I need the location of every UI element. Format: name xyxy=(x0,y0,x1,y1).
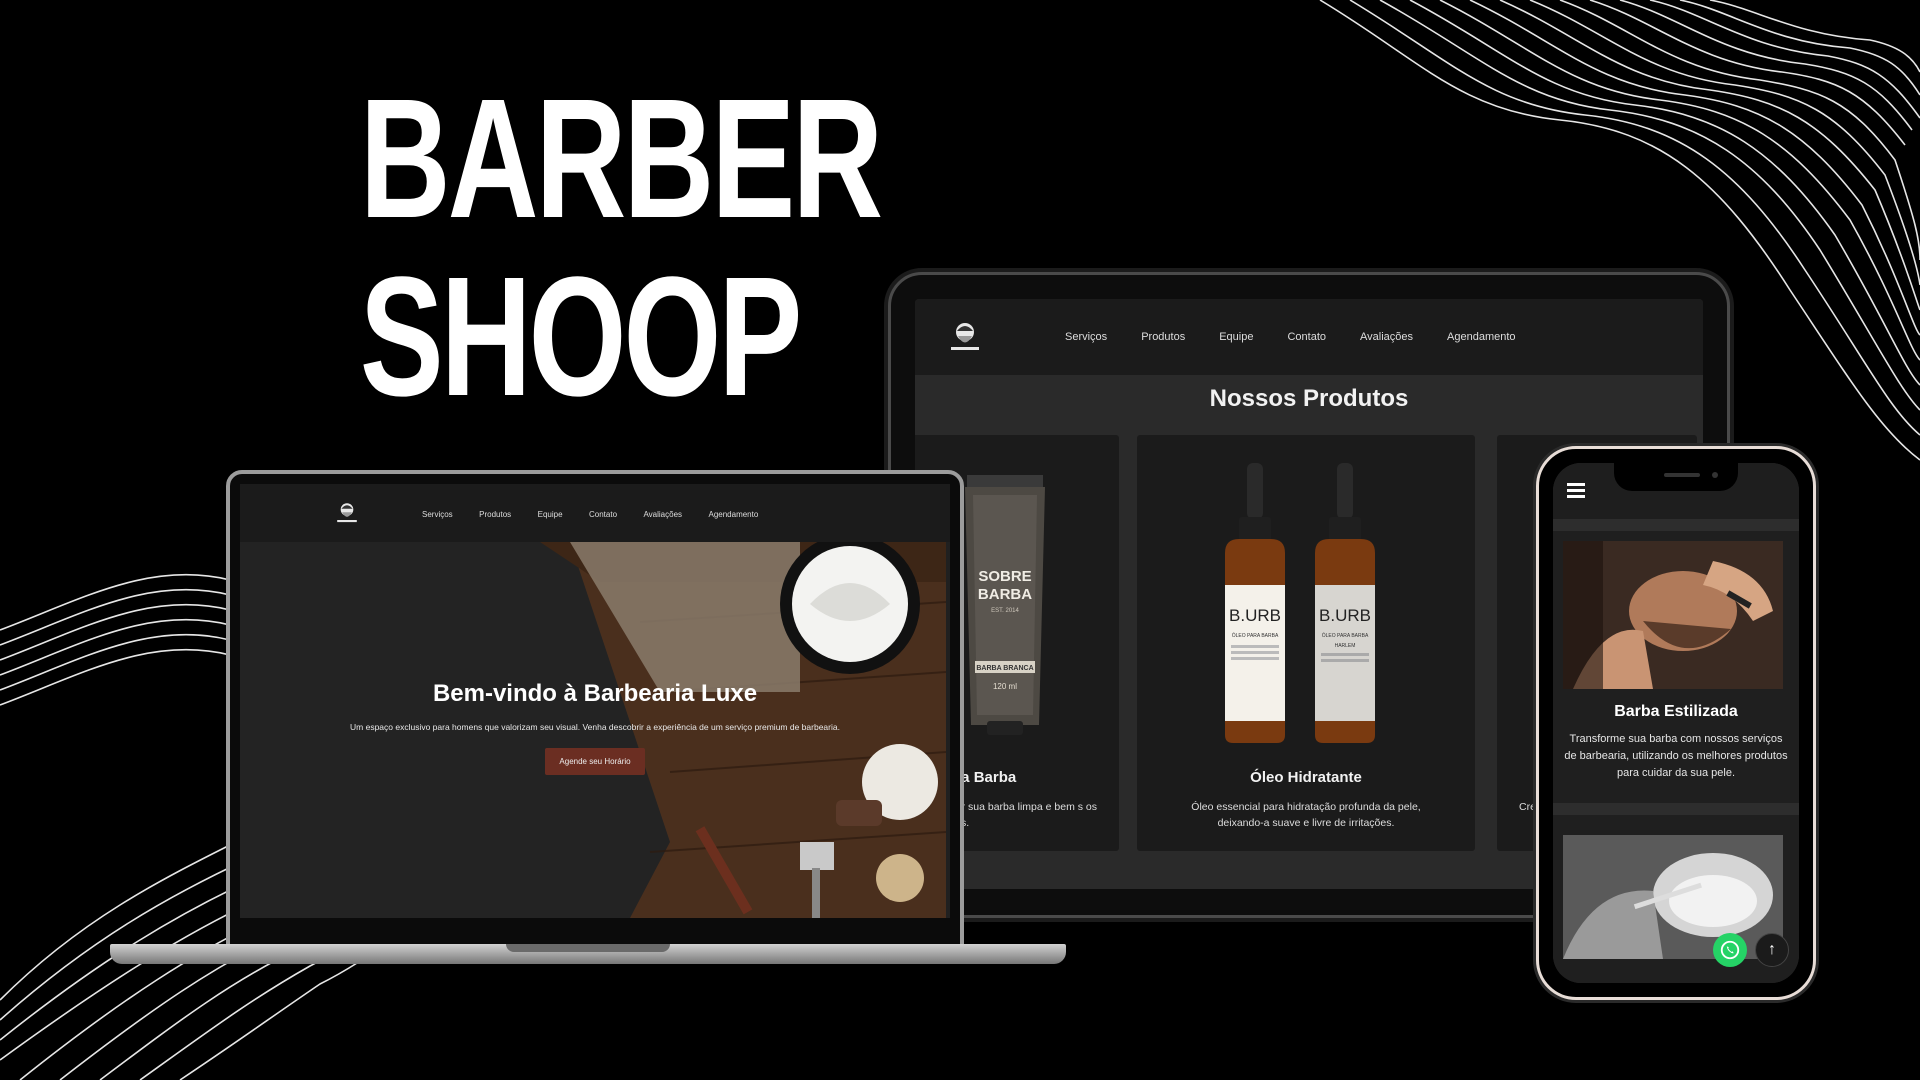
product-label-text: B.URB xyxy=(1319,606,1371,625)
product-card-title: ara Barba xyxy=(947,769,1017,786)
nav-link-avaliacoes[interactable]: Avaliações xyxy=(1360,331,1413,343)
product-label-text: EST. 2014 xyxy=(991,608,1019,614)
product-card-title: Óleo Hidratante xyxy=(1250,769,1362,786)
product-label-text: ÓLEO PARA BARBA xyxy=(1322,632,1369,639)
nav-link-contato[interactable]: Contato xyxy=(589,510,617,519)
phone-mockup: Barba Estilizada Transforme sua barba co… xyxy=(1536,446,1816,1000)
nav-link-contato[interactable]: Contato xyxy=(1287,331,1326,343)
product-label-text: 120 ml xyxy=(993,682,1017,691)
nav-link-equipe[interactable]: Equipe xyxy=(538,510,563,519)
hero-heading: Bem-vindo à Barbearia Luxe xyxy=(432,680,758,707)
product-label-text: BARBA BRANCA xyxy=(976,665,1033,672)
nav-link-agendamento[interactable]: Agendamento xyxy=(708,510,758,519)
hero-title-line-1: BARBER xyxy=(359,64,883,254)
laptop-mockup: Serviços Produtos Equipe Contato Avaliaç… xyxy=(226,470,964,956)
phone-screen: Barba Estilizada Transforme sua barba co… xyxy=(1553,463,1799,983)
book-appointment-button[interactable]: Agende seu Horário xyxy=(545,748,645,775)
service-card-title: Barba Estilizada xyxy=(1614,703,1738,720)
laptop-nav-links: Serviços Produtos Equipe Contato Avaliaç… xyxy=(422,504,780,522)
beard-cream-tube-image: SOBRE BARBA EST. 2014 BARBA BRANCA 120 m… xyxy=(965,475,1045,735)
nav-link-produtos[interactable]: Produtos xyxy=(1141,331,1185,343)
product-card[interactable]: B.URB ÓLEO PARA BARBA B.URB ÓLEO PARA BA… xyxy=(1137,435,1475,851)
laptop-screen: Serviços Produtos Equipe Contato Avaliaç… xyxy=(240,484,950,918)
hero-title-line-2: SHOOP xyxy=(359,242,803,432)
phone-notch xyxy=(1614,463,1738,491)
product-label-text: B.URB xyxy=(1229,606,1281,625)
product-label-text: ÓLEO PARA BARBA xyxy=(1232,632,1279,639)
nav-link-avaliacoes[interactable]: Avaliações xyxy=(643,510,682,519)
hero-title: BARBER SHOOP xyxy=(359,64,883,432)
hero-section: Bem-vindo à Barbearia Luxe Um espaço exc… xyxy=(240,542,950,918)
hero-text-block: Bem-vindo à Barbearia Luxe Um espaço exc… xyxy=(240,680,950,775)
beard-oil-bottles-image: B.URB ÓLEO PARA BARBA B.URB ÓLEO PARA BA… xyxy=(1225,463,1375,743)
product-card-desc: nter sua barba limpa e bem s os dias. xyxy=(947,801,1097,829)
nav-link-servicos[interactable]: Serviços xyxy=(1065,331,1107,343)
laptop-notch xyxy=(506,944,670,952)
nav-link-produtos[interactable]: Produtos xyxy=(479,510,511,519)
hero-subtitle: Um espaço exclusivo para homens que valo… xyxy=(350,722,840,732)
product-label-text: HARLEM xyxy=(1335,643,1356,649)
products-heading: Nossos Produtos xyxy=(1209,385,1409,412)
barber-logo-icon[interactable] xyxy=(332,498,362,528)
tablet-navbar: Serviços Produtos Equipe Contato Avaliaç… xyxy=(915,299,1703,375)
product-card-desc: Óleo essencial para hidratação profunda … xyxy=(1191,801,1421,829)
barber-logo-icon[interactable] xyxy=(943,315,987,359)
nav-link-servicos[interactable]: Serviços xyxy=(422,510,453,519)
shaving-photo xyxy=(1563,835,1783,959)
service-card[interactable]: Barba Estilizada Transforme sua barba co… xyxy=(1553,531,1799,803)
nav-link-equipe[interactable]: Equipe xyxy=(1219,331,1253,343)
nav-link-agendamento[interactable]: Agendamento xyxy=(1447,331,1516,343)
product-label-text: BARBA xyxy=(978,586,1032,603)
hamburger-menu-icon[interactable] xyxy=(1567,483,1585,498)
laptop-navbar: Serviços Produtos Equipe Contato Avaliaç… xyxy=(240,484,950,542)
service-card-text: Transforme sua barba com nossos serviços… xyxy=(1564,733,1788,779)
back-to-top-label: ↑ xyxy=(1768,941,1776,958)
arrow-up-icon[interactable]: ↑ xyxy=(1755,933,1789,967)
product-label-text: SOBRE xyxy=(978,568,1031,585)
beard-styling-photo xyxy=(1563,541,1783,689)
tablet-nav-links: Serviços Produtos Equipe Contato Avaliaç… xyxy=(1065,331,1550,343)
whatsapp-icon[interactable] xyxy=(1713,933,1747,967)
